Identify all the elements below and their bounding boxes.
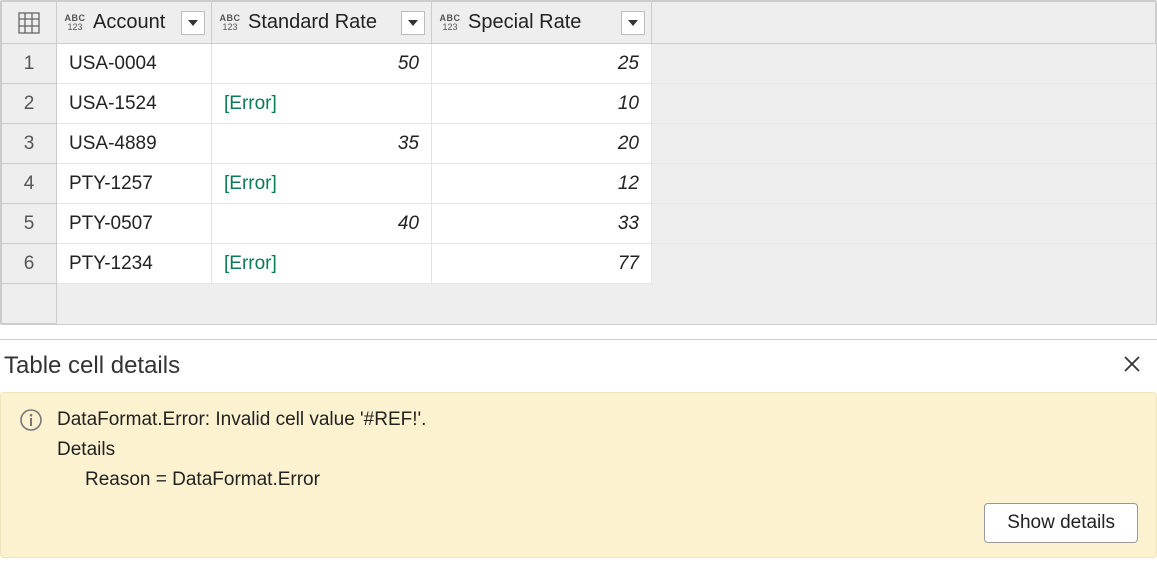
table-row[interactable]: 4PTY-1257[Error]12 [2,164,1156,204]
cell-special-rate[interactable]: 10 [432,84,652,124]
column-header-empty [652,2,1156,44]
info-icon [19,408,43,432]
column-header-standard-rate[interactable]: ABC 123 Standard Rate [212,2,432,44]
cell-special-rate[interactable]: 77 [432,244,652,284]
cell-account[interactable]: USA-4889 [57,124,212,164]
column-name: Account [93,11,181,34]
column-name: Special Rate [468,11,621,34]
cell-error[interactable]: [Error] [212,244,432,284]
close-button[interactable] [1115,350,1149,382]
details-title: Table cell details [4,352,180,380]
table-corner[interactable] [2,2,57,44]
table-row[interactable]: 2USA-1524[Error]10 [2,84,1156,124]
type-badge-icon: ABC 123 [63,14,87,32]
cell-empty [652,164,1156,204]
row-number[interactable]: 2 [2,84,57,124]
close-icon [1123,355,1141,373]
chevron-down-icon [407,17,419,29]
cell-empty [652,124,1156,164]
column-header-special-rate[interactable]: ABC 123 Special Rate [432,2,652,44]
cell-special-rate[interactable]: 20 [432,124,652,164]
column-name: Standard Rate [248,11,401,34]
cell-account[interactable]: PTY-1257 [57,164,212,204]
data-grid: ABC 123 Account ABC 123 Standard Rate [0,0,1157,325]
column-header-account[interactable]: ABC 123 Account [57,2,212,44]
chevron-down-icon [187,17,199,29]
cell-error[interactable]: [Error] [212,164,432,204]
table-icon [18,12,40,34]
type-badge-icon: ABC 123 [218,14,242,32]
column-filter-button[interactable] [401,11,425,35]
cell-empty [652,84,1156,124]
column-filter-button[interactable] [621,11,645,35]
cell-special-rate[interactable]: 12 [432,164,652,204]
spacer-row [2,284,1156,324]
type-badge-icon: ABC 123 [438,14,462,32]
row-number[interactable]: 3 [2,124,57,164]
cell-standard-rate[interactable]: 40 [212,204,432,244]
cell-empty [652,204,1156,244]
table-row[interactable]: 3USA-48893520 [2,124,1156,164]
cell-standard-rate[interactable]: 35 [212,124,432,164]
row-number[interactable]: 6 [2,244,57,284]
cell-account[interactable]: PTY-1234 [57,244,212,284]
row-number[interactable]: 5 [2,204,57,244]
cell-account[interactable]: USA-0004 [57,44,212,84]
data-table: ABC 123 Account ABC 123 Standard Rate [1,1,1156,324]
cell-special-rate[interactable]: 25 [432,44,652,84]
error-message: DataFormat.Error: Invalid cell value '#R… [57,409,1138,431]
cell-empty [652,44,1156,84]
cell-special-rate[interactable]: 33 [432,204,652,244]
chevron-down-icon [627,17,639,29]
cell-account[interactable]: PTY-0507 [57,204,212,244]
cell-account[interactable]: USA-1524 [57,84,212,124]
column-filter-button[interactable] [181,11,205,35]
table-row[interactable]: 6PTY-1234[Error]77 [2,244,1156,284]
cell-standard-rate[interactable]: 50 [212,44,432,84]
divider [0,339,1157,340]
row-number[interactable]: 4 [2,164,57,204]
cell-error[interactable]: [Error] [212,84,432,124]
cell-empty [652,244,1156,284]
details-label: Details [57,439,1138,461]
error-reason: Reason = DataFormat.Error [85,469,1138,491]
show-details-button[interactable]: Show details [984,503,1138,543]
row-number[interactable]: 1 [2,44,57,84]
details-header: Table cell details [0,344,1157,392]
table-row[interactable]: 1USA-00045025 [2,44,1156,84]
table-row[interactable]: 5PTY-05074033 [2,204,1156,244]
details-panel: DataFormat.Error: Invalid cell value '#R… [0,392,1157,558]
